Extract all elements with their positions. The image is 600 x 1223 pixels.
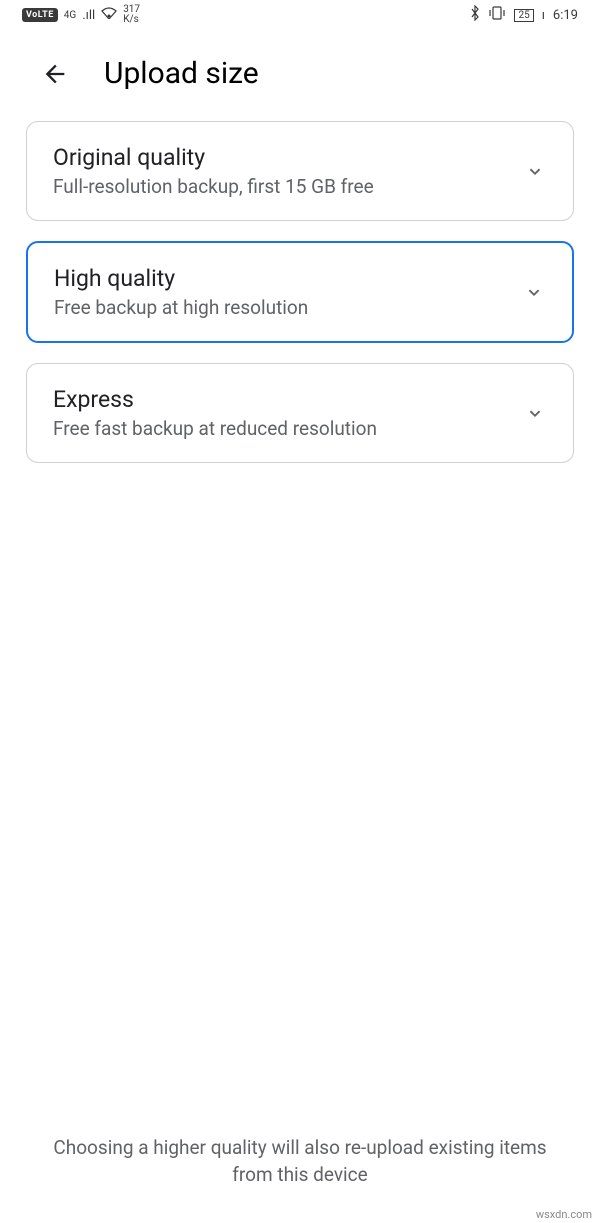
- clock: 6:19: [553, 8, 578, 23]
- options-list: Original quality Full-resolution backup,…: [0, 121, 600, 463]
- chevron-down-icon: [523, 401, 547, 425]
- volte-badge: VoLTE: [22, 8, 58, 22]
- wifi-icon: [101, 7, 117, 23]
- header: Upload size: [0, 30, 600, 121]
- option-desc: Free backup at high resolution: [54, 296, 308, 319]
- speed-unit: K/s: [123, 15, 140, 25]
- option-text: High quality Free backup at high resolut…: [54, 265, 308, 319]
- arrow-left-icon: [41, 60, 69, 88]
- footer-note: Choosing a higher quality will also re-u…: [0, 1134, 600, 1189]
- option-high-quality[interactable]: High quality Free backup at high resolut…: [26, 241, 574, 343]
- network-type: 4G: [64, 10, 76, 21]
- back-button[interactable]: [38, 57, 72, 91]
- battery-indicator: 25: [514, 9, 533, 22]
- option-original-quality[interactable]: Original quality Full-resolution backup,…: [26, 121, 574, 221]
- option-desc: Full-resolution backup, first 15 GB free: [53, 175, 374, 198]
- status-right: 25 ı 6:19: [470, 5, 578, 25]
- page-title: Upload size: [104, 56, 259, 91]
- option-desc: Free fast backup at reduced resolution: [53, 417, 377, 440]
- status-left: VoLTE 4G .ıll 317 K/s: [22, 5, 140, 25]
- chevron-down-icon: [523, 159, 547, 183]
- option-text: Original quality Full-resolution backup,…: [53, 144, 374, 198]
- watermark: wsxdn.com: [536, 1208, 592, 1221]
- speed-indicator: 317 K/s: [123, 5, 140, 25]
- option-title: Original quality: [53, 144, 374, 171]
- option-title: Express: [53, 386, 377, 413]
- option-title: High quality: [54, 265, 308, 292]
- bluetooth-icon: [470, 5, 480, 25]
- option-text: Express Free fast backup at reduced reso…: [53, 386, 377, 440]
- status-bar: VoLTE 4G .ıll 317 K/s 25 ı 6:19: [0, 0, 600, 30]
- signal-icon: .ıll: [82, 8, 95, 23]
- option-express[interactable]: Express Free fast backup at reduced reso…: [26, 363, 574, 463]
- battery-end: ı: [542, 8, 545, 23]
- vibrate-icon: [488, 6, 506, 24]
- chevron-down-icon: [522, 280, 546, 304]
